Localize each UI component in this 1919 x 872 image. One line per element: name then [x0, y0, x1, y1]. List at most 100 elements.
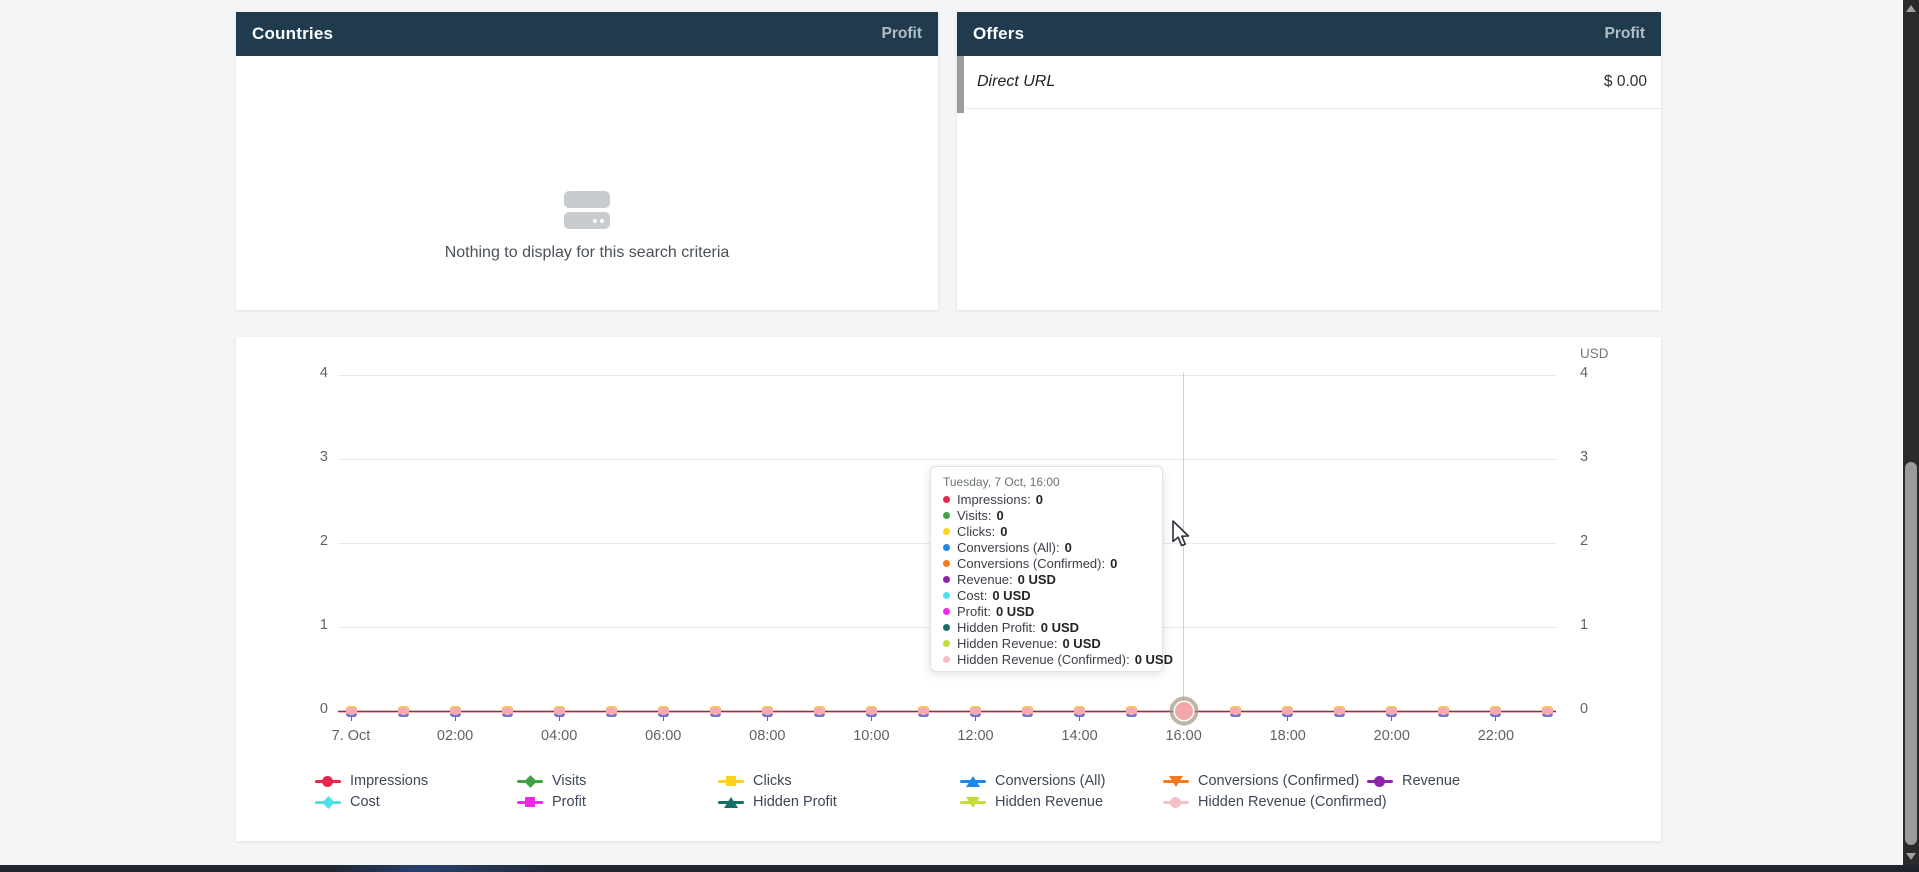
scroll-up-arrow-icon[interactable] [1906, 5, 1916, 12]
countries-profit-column-header[interactable]: Profit [882, 25, 922, 43]
legend-label: Hidden Revenue [995, 794, 1103, 810]
tooltip-value: 0 USD [992, 588, 1030, 603]
series-bullet-icon [943, 624, 950, 631]
legend-label: Hidden Profit [753, 794, 837, 810]
tooltip-row: Conversions (All): 0 [943, 539, 1150, 555]
empty-state-message: Nothing to display for this search crite… [236, 244, 938, 262]
legend-label: Conversions (All) [995, 773, 1105, 789]
legend-item[interactable]: Cost [315, 794, 380, 810]
legend-label: Conversions (Confirmed) [1198, 773, 1359, 789]
legend-label: Visits [552, 773, 586, 789]
tooltip-label: Impressions: [957, 492, 1031, 507]
series-bullet-icon [943, 592, 950, 599]
tooltip-row: Cost: 0 USD [943, 588, 1150, 604]
offer-name: Direct URL [977, 73, 1055, 91]
legend-item[interactable]: Conversions (Confirmed) [1163, 773, 1359, 789]
offers-profit-column-header[interactable]: Profit [1605, 25, 1645, 43]
legend-shape-triangle-down [966, 797, 980, 808]
tooltip-row: Clicks: 0 [943, 523, 1150, 539]
tooltip-row: Hidden Profit: 0 USD [943, 620, 1150, 636]
legend-marker-circle [315, 774, 341, 788]
series-bullet-icon [943, 528, 950, 535]
legend-marker-triangle-up [960, 774, 986, 788]
tooltip-label: Visits: [957, 508, 991, 523]
tooltip-row: Profit: 0 USD [943, 604, 1150, 620]
tooltip-value: 0 [1036, 492, 1043, 507]
legend-item[interactable]: Hidden Profit [718, 794, 837, 810]
legend-item[interactable]: Revenue [1367, 773, 1460, 789]
tooltip-row: Conversions (Confirmed):0 [943, 555, 1150, 571]
tooltip-label: Cost: [957, 588, 987, 603]
tooltip-label: Hidden Revenue: [957, 636, 1057, 651]
legend-item[interactable]: Conversions (All) [960, 773, 1105, 789]
legend-label: Revenue [1402, 773, 1460, 789]
scroll-down-arrow-icon[interactable] [1906, 853, 1916, 860]
legend-shape-circle [1374, 776, 1385, 787]
legend-shape-diamond [322, 796, 335, 809]
series-bullet-icon [943, 544, 950, 551]
chart-panel: USD 00112233447. Oct02:0004:0006:0008:00… [236, 337, 1661, 841]
legend-shape-triangle-up [966, 776, 980, 787]
legend-shape-triangle-up [724, 797, 738, 808]
tooltip-row: Revenue: 0 USD [943, 571, 1150, 587]
dashboard-screen: Countries Profit Nothing to display for … [0, 0, 1919, 872]
series-bullet-icon [943, 576, 950, 583]
mouse-cursor [1172, 520, 1194, 555]
legend-marker-square [517, 795, 543, 809]
tooltip-value: 0 [1000, 524, 1007, 539]
legend-label: Hidden Revenue (Confirmed) [1198, 794, 1387, 810]
tooltip-label: Revenue: [957, 572, 1013, 587]
tooltip-label: Hidden Revenue (Confirmed): [957, 652, 1130, 667]
tooltip-value: 0 USD [996, 604, 1034, 619]
legend-label: Profit [552, 794, 586, 810]
legend-shape-square [525, 797, 535, 807]
tooltip-value: 0 [1110, 556, 1117, 571]
countries-panel: Countries Profit Nothing to display for … [236, 12, 938, 310]
tooltip-label: Hidden Profit: [957, 620, 1036, 635]
legend-item[interactable]: Visits [517, 773, 586, 789]
tooltip-label: Profit: [957, 604, 991, 619]
tooltip-value: 0 [1065, 540, 1072, 555]
legend-shape-triangle-down [1169, 776, 1183, 787]
legend-item[interactable]: Hidden Revenue (Confirmed) [1163, 794, 1387, 810]
legend-marker-circle [1163, 795, 1189, 809]
legend-label: Clicks [753, 773, 792, 789]
legend-item[interactable]: Clicks [718, 773, 792, 789]
legend-marker-circle [1367, 774, 1393, 788]
legend-item[interactable]: Hidden Revenue [960, 794, 1103, 810]
legend-item[interactable]: Profit [517, 794, 586, 810]
scrollbar-thumb[interactable] [1905, 462, 1917, 845]
countries-panel-header: Countries Profit [236, 12, 938, 56]
series-bullet-icon [943, 608, 950, 615]
offer-row-indicator-strip [957, 56, 964, 113]
legend-item[interactable]: Impressions [315, 773, 428, 789]
series-bullet-icon [943, 656, 950, 663]
series-bullet-icon [943, 560, 950, 567]
tooltip-row: Hidden Revenue: 0 USD [943, 636, 1150, 652]
series-bullet-icon [943, 640, 950, 647]
legend-label: Impressions [350, 773, 428, 789]
no-data-icon [236, 191, 938, 229]
series-bullet-icon [943, 512, 950, 519]
legend-shape-circle [322, 776, 333, 787]
tooltip-label: Conversions (All): [957, 540, 1060, 555]
legend-marker-triangle-up [718, 795, 744, 809]
offers-panel-title: Offers [973, 24, 1024, 44]
tooltip-value: 0 USD [1018, 572, 1056, 587]
tooltip-row: Hidden Revenue (Confirmed):0 USD [943, 652, 1150, 668]
legend-shape-circle [1170, 797, 1181, 808]
offers-panel-header: Offers Profit [957, 12, 1661, 56]
legend-marker-triangle-down [960, 795, 986, 809]
offer-profit-value: $ 0.00 [1604, 73, 1647, 91]
tooltip-label: Clicks: [957, 524, 995, 539]
tooltip-value: 0 USD [1041, 620, 1079, 635]
tooltip-row: Impressions: 0 [943, 491, 1150, 507]
legend-marker-triangle-down [1163, 774, 1189, 788]
bottom-window-edge [0, 865, 1919, 872]
legend-shape-square [726, 776, 736, 786]
tooltip-value: 0 USD [1135, 652, 1173, 667]
offer-row-direct-url[interactable]: Direct URL $ 0.00 [964, 56, 1661, 109]
legend-label: Cost [350, 794, 380, 810]
vertical-scrollbar[interactable] [1903, 0, 1919, 872]
tooltip-value: 0 USD [1062, 636, 1100, 651]
